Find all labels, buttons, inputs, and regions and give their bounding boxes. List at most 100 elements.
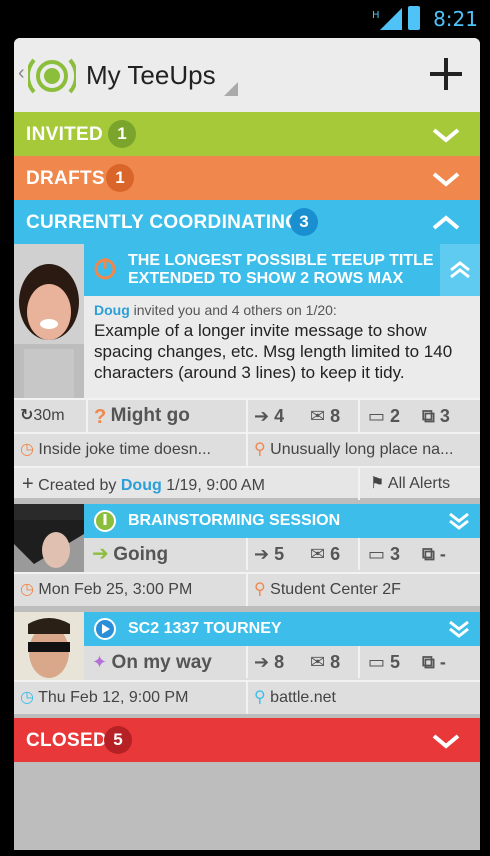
title-bar: ‹ My TeeUps [14,38,480,112]
count-badge: 5 [104,726,132,754]
section-label: INVITED [26,124,104,145]
rsvp-status[interactable]: ➔ Going [92,538,168,570]
double-chevron-down-icon[interactable] [448,619,470,639]
comments-count[interactable]: ▭ 5 [368,646,400,678]
invited-count[interactable]: ✉ 6 [310,538,340,570]
clock-icon: ◷ [20,441,34,458]
page-title[interactable]: My TeeUps [86,60,216,91]
section-drafts[interactable]: DRAFTS 1 [14,156,480,200]
created-row: + Created by Doug 1/19, 9:00 AM ⚑ All Al… [14,466,480,500]
chevron-up-icon[interactable] [432,210,460,234]
when-where-row: ◷ Inside joke time doesn... ⚲ Unusually … [14,432,480,466]
play-icon [94,618,116,640]
teeup-title: THE LONGEST POSSIBLE TEEUP TITLE EXTENDE… [128,252,434,287]
plus-icon[interactable] [426,54,466,94]
envelope-icon: ✉ [310,544,326,564]
clock: 8:21 [433,7,478,31]
double-chevron-up-icon [450,261,470,279]
section-label: CLOSED [26,730,107,751]
dropdown-indicator-icon[interactable] [224,82,238,96]
going-count[interactable]: ➔ 5 [254,538,284,570]
when[interactable]: ◷ Inside joke time doesn... [20,434,242,466]
teeup-card[interactable]: SC2 1337 TOURNEY ✦ On my way ➔ 8 ✉ 8 ▭ 5… [14,612,480,714]
where[interactable]: ⚲ Student Center 2F [254,574,401,606]
where[interactable]: ⚲ Unusually long place na... [254,434,476,466]
when[interactable]: ◷ Mon Feb 25, 3:00 PM [20,574,192,606]
invite-message: Example of a longer invite message to sh… [94,321,453,382]
rsvp-status[interactable]: ? Might go [94,400,190,432]
question-icon: ? [94,405,107,428]
when-where-row: ◷ Thu Feb 12, 9:00 PM ⚲ battle.net [14,680,480,714]
suggestion-icon: ⧉ [422,544,435,564]
double-chevron-down-icon[interactable] [448,511,470,531]
comment-icon: ▭ [368,406,386,426]
suggestions-count[interactable]: ⧉ - [422,646,446,678]
arrow-icon: ➔ [254,406,270,426]
when-where-row: ◷ Mon Feb 25, 3:00 PM ⚲ Student Center 2… [14,572,480,606]
envelope-icon: ✉ [310,652,326,672]
network-type: H [372,10,380,21]
teeup-header[interactable]: THE LONGEST POSSIBLE TEEUP TITLE EXTENDE… [84,244,480,296]
chevron-down-icon[interactable] [432,728,460,752]
comment-icon: ▭ [368,652,386,672]
avatar [14,504,84,572]
logo-icon[interactable] [28,52,76,100]
suggestion-icon: ⧉ [422,406,435,426]
stats-row: ↻30m ? Might go ➔ 4 ✉ 8 ▭ 2 ⧉ 3 [14,398,480,432]
pin-icon: ⚲ [254,689,266,706]
comments-count[interactable]: ▭ 2 [368,400,400,432]
back-icon[interactable]: ‹ [18,62,25,85]
section-invited[interactable]: INVITED 1 [14,112,480,156]
count-badge: 1 [106,164,134,192]
envelope-icon: ✉ [310,406,326,426]
timer-icon: ↻ [20,407,34,424]
count-badge: 3 [290,208,318,236]
where[interactable]: ⚲ battle.net [254,682,336,714]
count-badge: 1 [108,120,136,148]
avatar [14,612,84,680]
invite-text: invited you and 4 others on 1/20: [133,302,337,318]
teeup-card[interactable]: BRAINSTORMING SESSION ➔ Going ➔ 5 ✉ 6 ▭ … [14,504,480,606]
signal-icon: H [372,8,402,30]
comment-icon: ▭ [368,544,386,564]
section-closed[interactable]: CLOSED 5 [14,718,480,762]
timer: ↻30m [20,400,65,432]
app-window: ‹ My TeeUps INVITED 1 DRAFTS 1 CURRENTLY… [14,38,480,850]
pin-icon: ⚲ [254,441,266,458]
teeup-card[interactable]: THE LONGEST POSSIBLE TEEUP TITLE EXTENDE… [14,244,480,500]
chevron-down-icon[interactable] [432,166,460,190]
arrow-icon: ➔ [254,544,270,564]
invited-count[interactable]: ✉ 8 [310,646,340,678]
power-icon [94,258,116,280]
pin-icon: ⚲ [254,581,266,598]
flag-icon: ⚑ [370,475,385,492]
walker-icon: ✦ [92,652,108,672]
section-label: CURRENTLY COORDINATING [26,212,301,233]
collapse-button[interactable] [440,244,480,296]
suggestions-count[interactable]: ⧉ - [422,538,446,570]
power-icon [94,510,116,532]
chevron-down-icon[interactable] [432,122,460,146]
inviter-name[interactable]: Doug [94,302,130,318]
going-count[interactable]: ➔ 4 [254,400,284,432]
clock-icon: ◷ [20,689,34,706]
section-label: DRAFTS [26,168,105,189]
rsvp-status[interactable]: ✦ On my way [92,646,212,678]
creator-name[interactable]: Doug [121,477,162,494]
stats-row: ➔ Going ➔ 5 ✉ 6 ▭ 3 ⧉ - [84,538,480,572]
going-count[interactable]: ➔ 8 [254,646,284,678]
suggestion-icon: ⧉ [422,652,435,672]
teeup-header[interactable]: SC2 1337 TOURNEY [84,612,480,646]
teeup-header[interactable]: BRAINSTORMING SESSION [84,504,480,538]
when[interactable]: ◷ Thu Feb 12, 9:00 PM [20,682,188,714]
battery-icon [408,6,420,30]
teeup-title: SC2 1337 TOURNEY [128,620,282,637]
comments-count[interactable]: ▭ 3 [368,538,400,570]
teeup-title: BRAINSTORMING SESSION [128,512,341,529]
invited-count[interactable]: ✉ 8 [310,400,340,432]
alerts-button[interactable]: ⚑ All Alerts [370,468,450,500]
suggestions-count[interactable]: ⧉ 3 [422,400,450,432]
section-currently-coordinating[interactable]: CURRENTLY COORDINATING 3 [14,200,480,244]
arrow-icon: ➔ [92,543,109,565]
stats-row: ✦ On my way ➔ 8 ✉ 8 ▭ 5 ⧉ - [84,646,480,680]
